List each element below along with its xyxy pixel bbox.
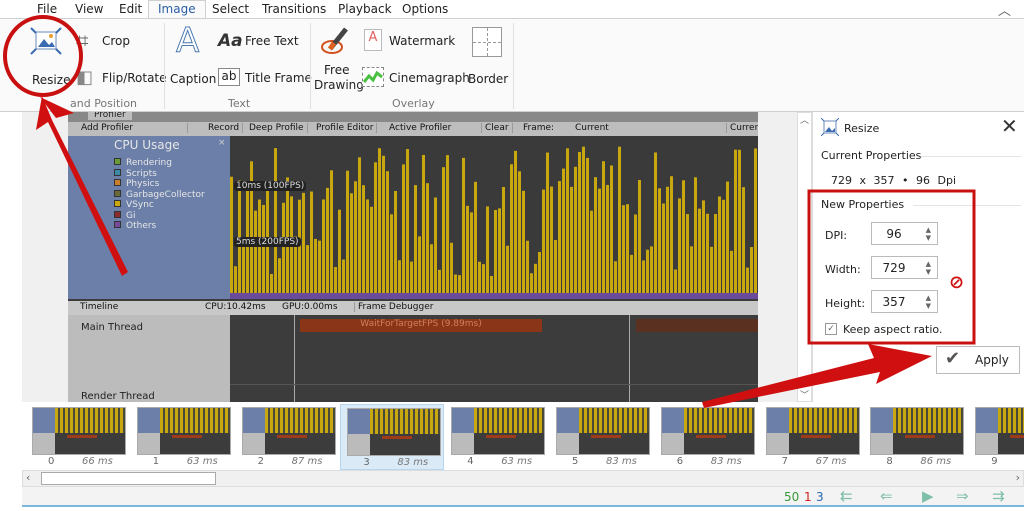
highlight-circle (3, 15, 83, 97)
arrow-to-resize (36, 96, 128, 276)
highlight-rectangle (807, 189, 976, 345)
annotation-overlay (3, 15, 976, 408)
arrow-to-apply (702, 344, 932, 408)
